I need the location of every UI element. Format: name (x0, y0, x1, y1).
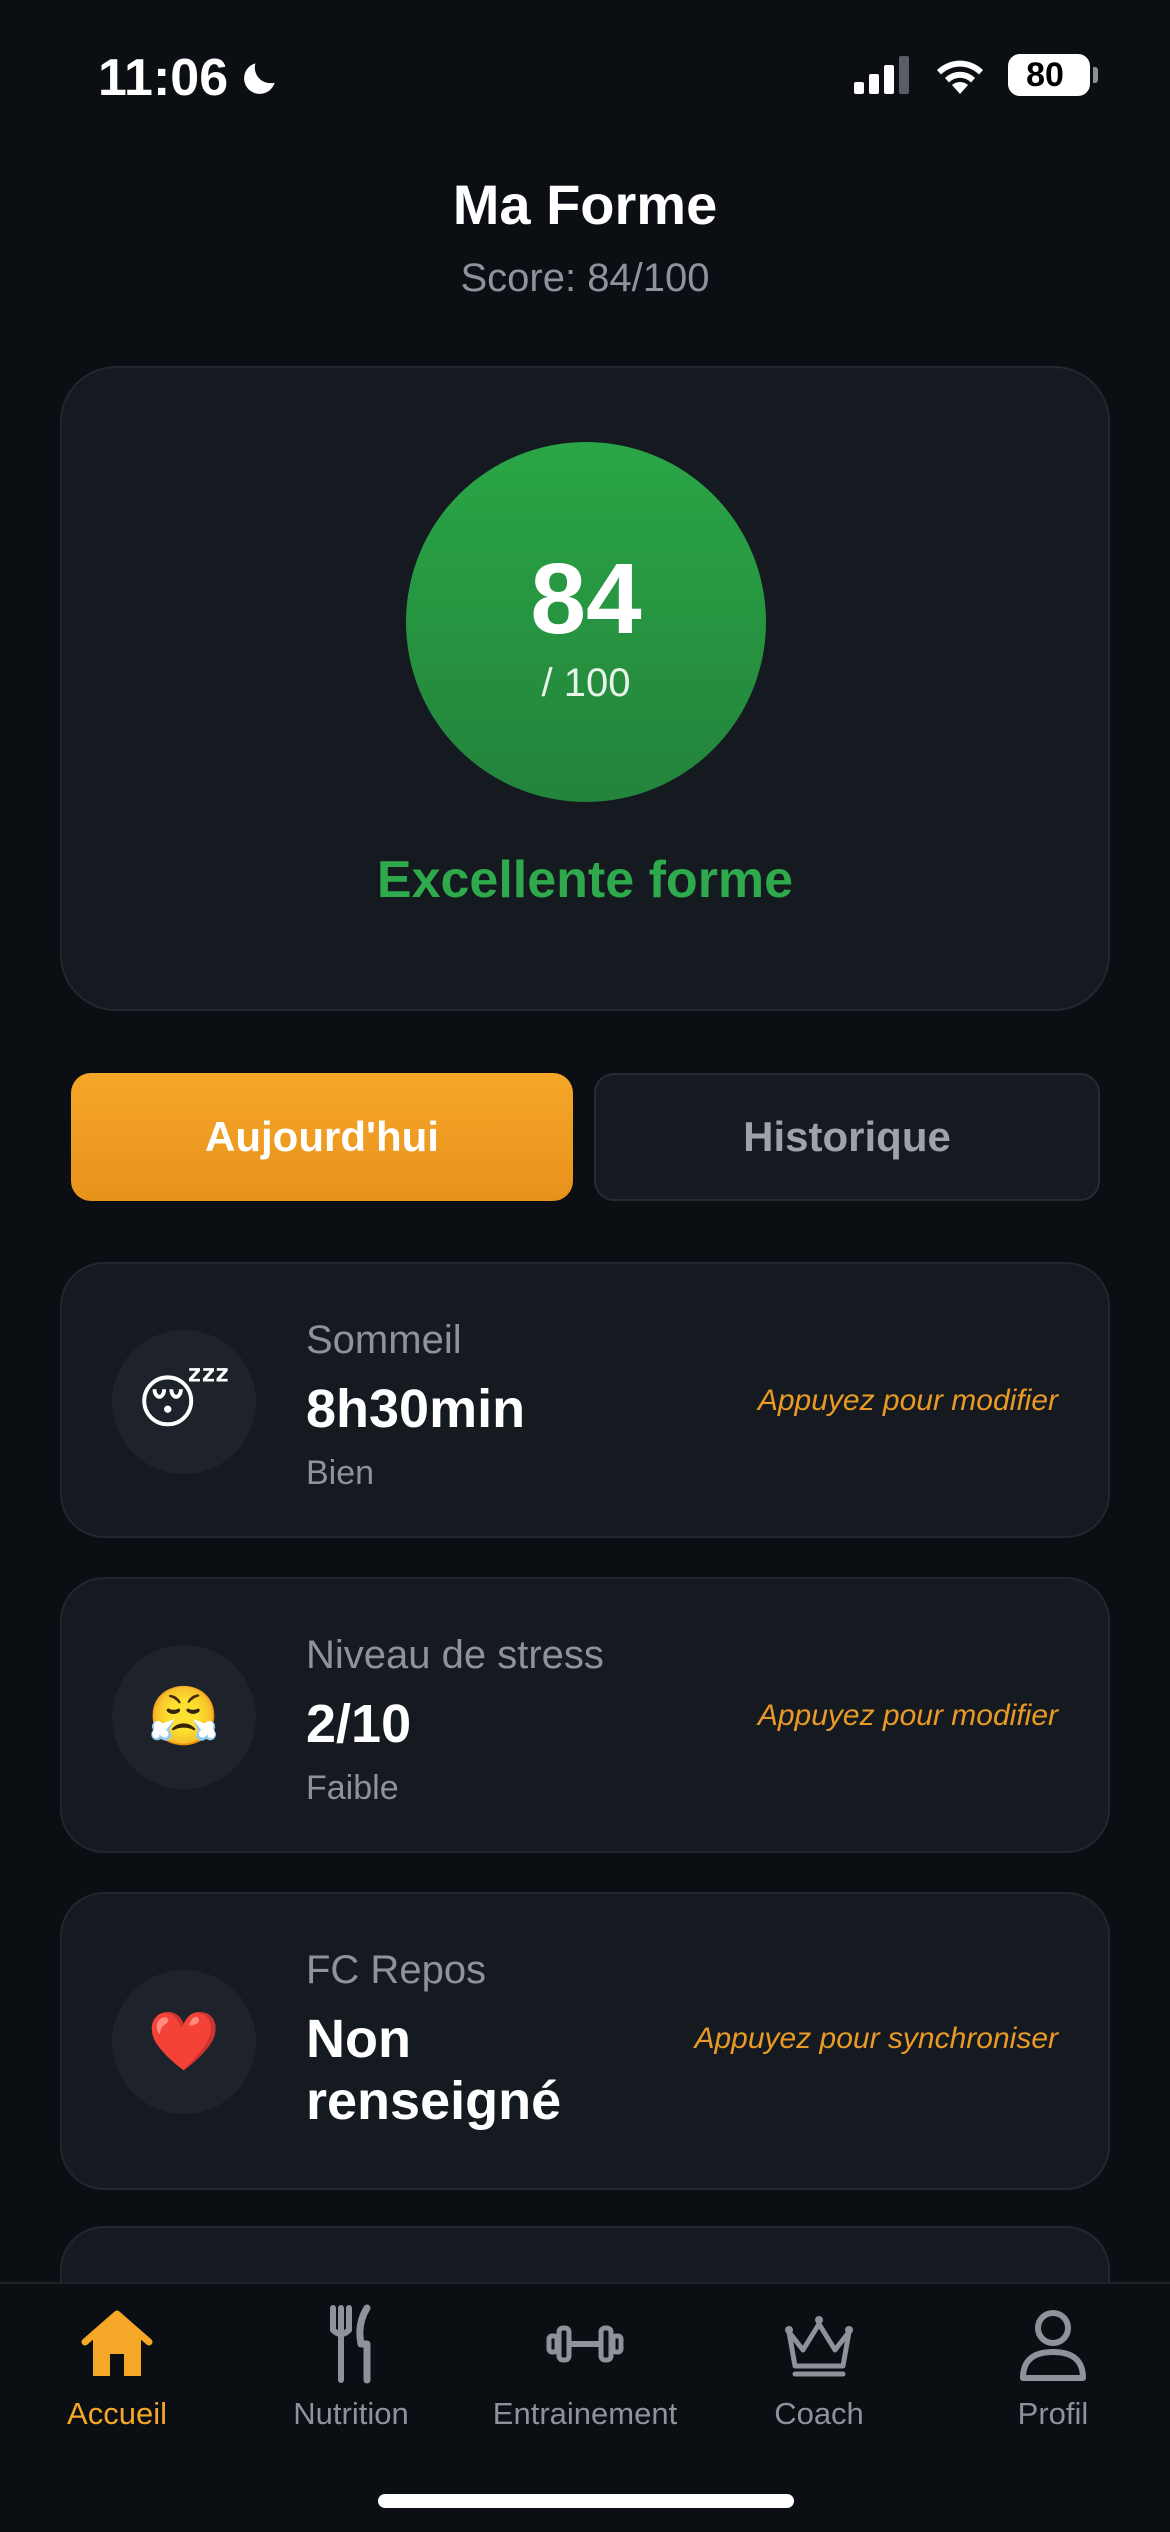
resting-hr-value-line2: renseigné (306, 2071, 562, 2131)
stress-status: Faible (306, 1769, 399, 1807)
status-time: 11:06 (98, 48, 282, 108)
nav-training[interactable]: Entrainement (468, 2304, 702, 2432)
resting-hr-value-line1: Non (306, 2009, 411, 2069)
sleep-icon: 😴 (112, 1330, 256, 1474)
status-indicators: 80 (854, 54, 1098, 96)
battery-level: 80 (1026, 55, 1064, 94)
fork-knife-icon (330, 2304, 371, 2384)
page-title: Ma Forme (452, 173, 718, 236)
tab-today[interactable]: Aujourd'hui (71, 1073, 573, 1201)
score-max: / 100 (541, 660, 631, 705)
nav-coach-label: Coach (774, 2396, 864, 2431)
nav-nutrition-label: Nutrition (293, 2396, 409, 2431)
resting-hr-label: FC Repos (306, 1948, 487, 1992)
person-icon (1020, 2310, 1086, 2381)
nav-training-label: Entrainement (492, 2396, 678, 2431)
status-bar: 11:06 80 (0, 0, 1170, 150)
nav-profile[interactable]: Profil (936, 2304, 1170, 2432)
signal-icon (854, 56, 909, 94)
nav-profile-label: Profil (1017, 2396, 1089, 2431)
resting-hr-sync-hint[interactable]: Appuyez pour synchroniser (694, 2022, 1058, 2056)
battery-indicator: 80 (1008, 54, 1098, 96)
sleep-status: Bien (306, 1454, 375, 1492)
sleep-label: Sommeil (306, 1318, 462, 1362)
stress-card[interactable]: 😤 Niveau de stress 2/10 Faible Appuyez p… (60, 1577, 1110, 1853)
score-value: 84 (530, 542, 642, 655)
sleep-card[interactable]: 😴 Sommeil 8h30min Bien Appuyez pour modi… (60, 1262, 1110, 1538)
nav-home-label: Accueil (67, 2396, 167, 2431)
wifi-icon (937, 60, 983, 94)
heart-icon: ❤️ (112, 1970, 256, 2114)
nav-nutrition[interactable]: Nutrition (234, 2304, 468, 2432)
resting-hr-card[interactable]: ❤️ FC Repos Non renseigné Appuyez pour s… (60, 1892, 1110, 2190)
stress-icon: 😤 (112, 1645, 256, 1789)
stress-edit-hint[interactable]: Appuyez pour modifier (758, 1699, 1058, 1733)
tab-history[interactable]: Historique (594, 1073, 1100, 1201)
moon-icon (244, 63, 275, 94)
dumbbell-icon (546, 2325, 624, 2363)
nav-home[interactable]: Accueil (0, 2304, 234, 2432)
score-circle: 84 / 100 (406, 442, 766, 802)
home-icon (81, 2310, 153, 2376)
time-label: 11:06 (98, 49, 229, 107)
stress-label: Niveau de stress (306, 1633, 604, 1677)
sleep-edit-hint[interactable]: Appuyez pour modifier (758, 1384, 1058, 1418)
home-indicator[interactable] (378, 2494, 794, 2508)
page-subtitle: Score: 84/100 (460, 256, 710, 300)
nav-coach[interactable]: Coach (702, 2304, 936, 2432)
score-card: 84 / 100 Excellente forme (60, 366, 1110, 1011)
crown-icon (785, 2316, 853, 2377)
sleep-value: 8h30min (306, 1379, 526, 1439)
stress-value: 2/10 (306, 1694, 412, 1754)
score-label: Excellente forme (376, 851, 794, 909)
